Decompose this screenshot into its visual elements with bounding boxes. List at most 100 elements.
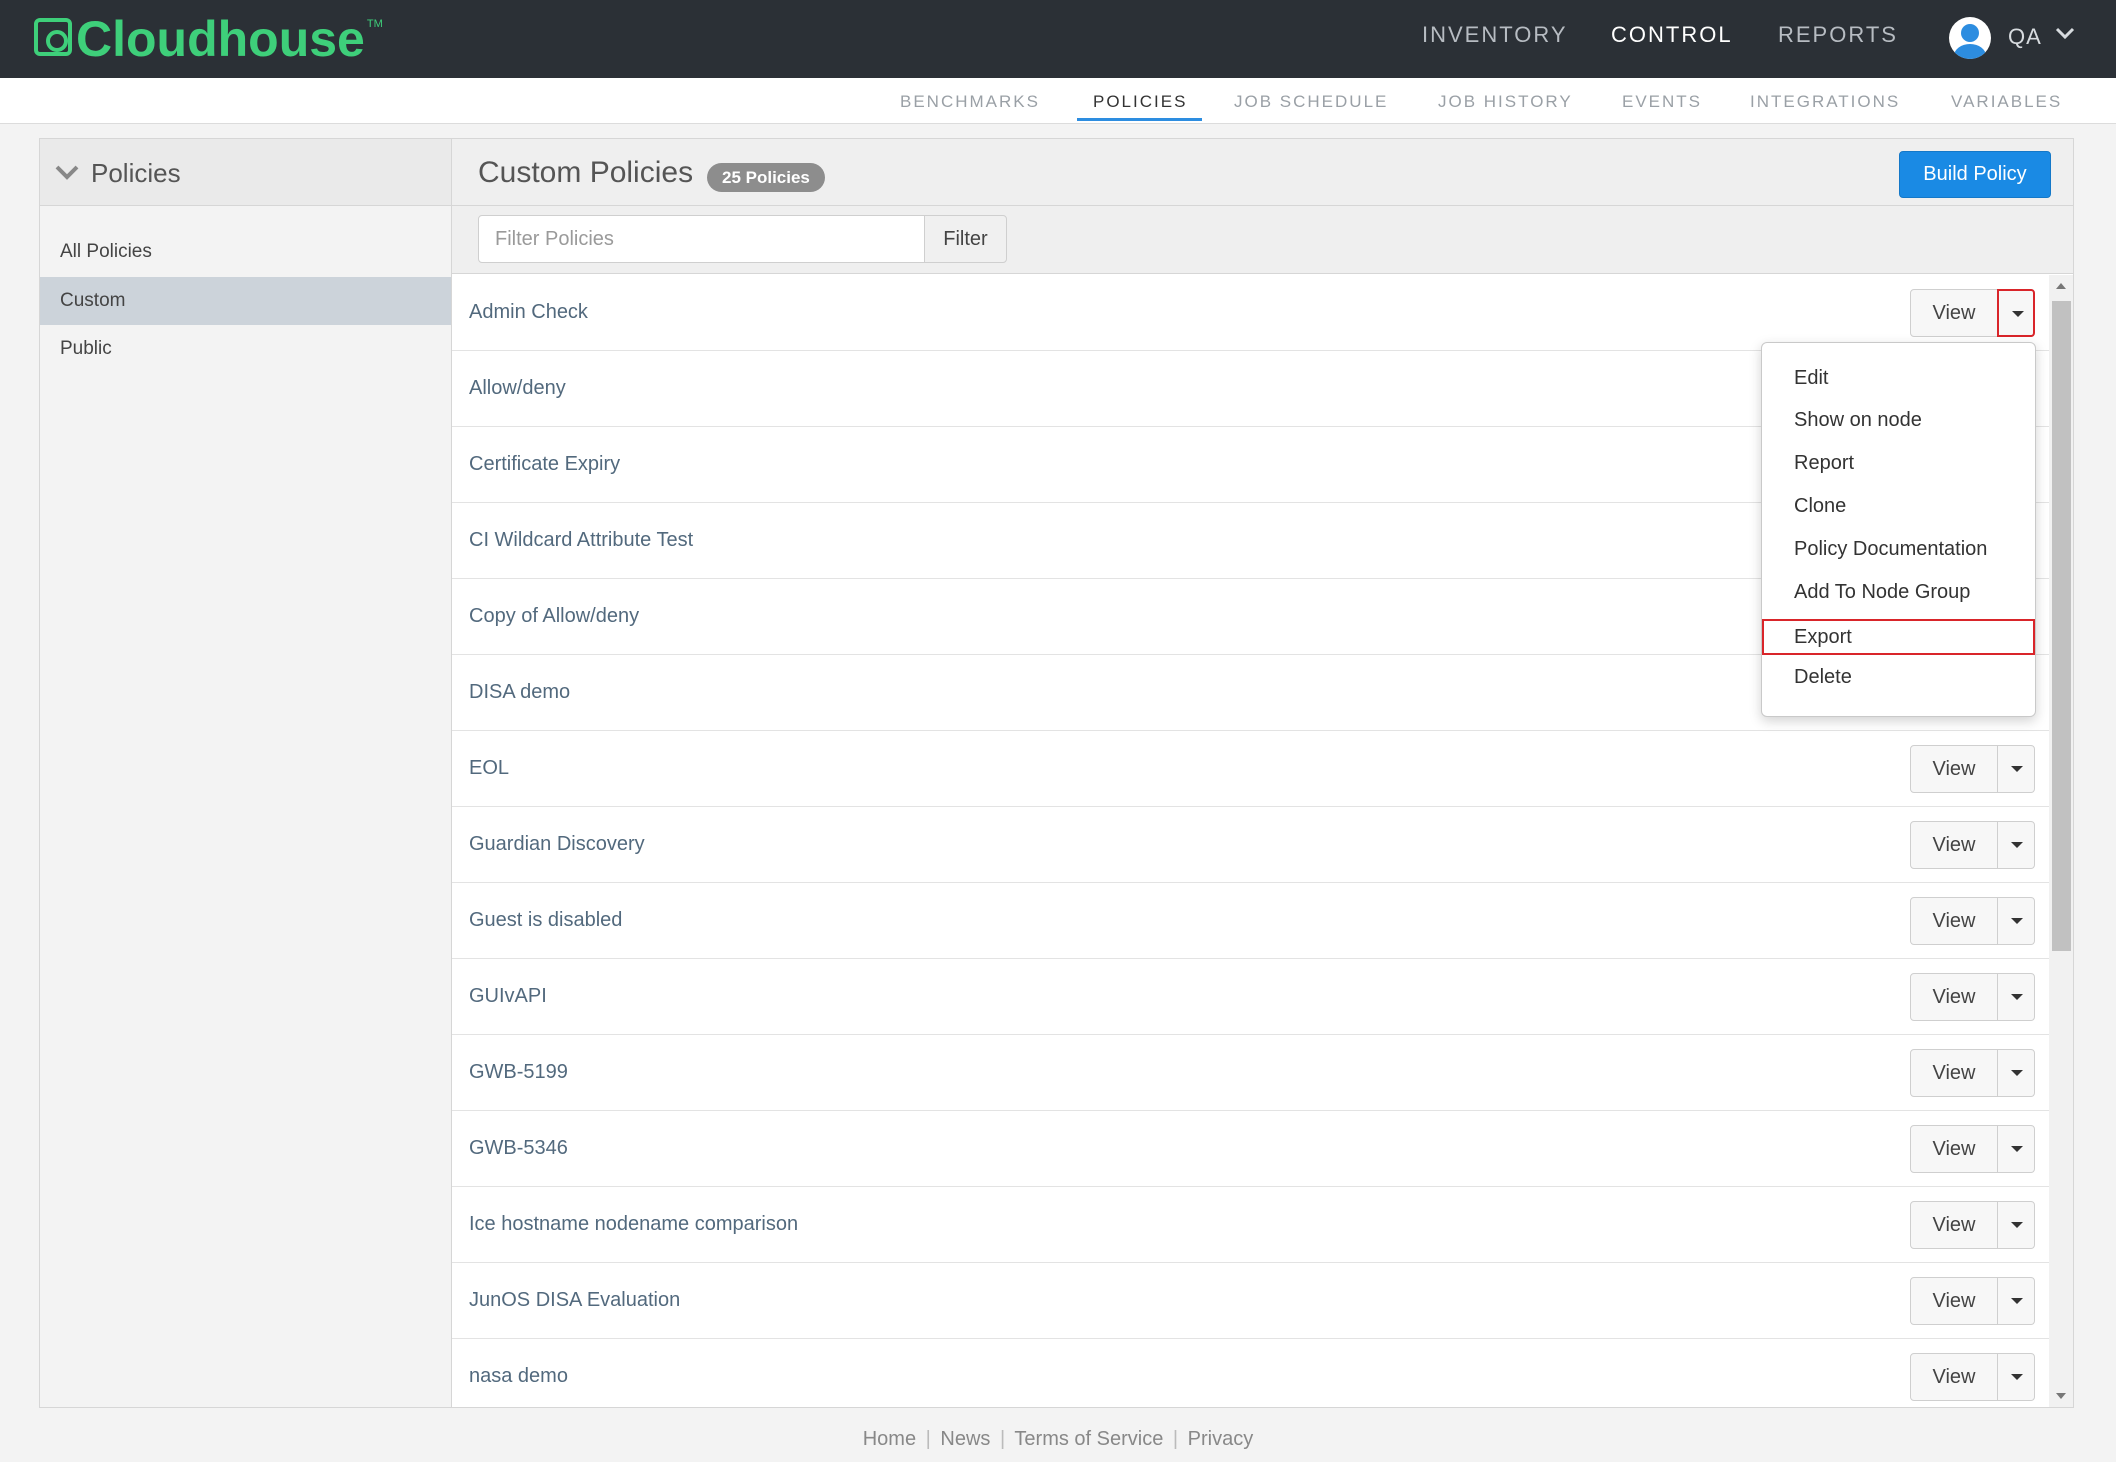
- custom-policies-panel: Custom Policies 25 Policies Build Policy…: [452, 138, 2074, 1408]
- table-row: GWB-5346 View: [452, 1111, 2049, 1187]
- actions-dropdown-toggle[interactable]: [1997, 745, 2035, 793]
- table-row: GWB-5199 View: [452, 1035, 2049, 1111]
- filter-button[interactable]: Filter: [924, 215, 1007, 263]
- table-row: Ice hostname nodename comparison View: [452, 1187, 2049, 1263]
- policy-name-link[interactable]: Certificate Expiry: [469, 427, 620, 501]
- table-row: Guest is disabled View: [452, 883, 2049, 959]
- build-policy-button[interactable]: Build Policy: [1899, 151, 2051, 198]
- policy-name-link[interactable]: Guardian Discovery: [469, 807, 645, 881]
- policy-count-badge: 25 Policies: [707, 163, 825, 192]
- table-row: GUIvAPI View: [452, 959, 2049, 1035]
- view-button[interactable]: View: [1910, 1277, 1998, 1325]
- actions-dropdown-toggle[interactable]: [1997, 1353, 2035, 1401]
- actions-dropdown-toggle[interactable]: [1997, 821, 2035, 869]
- menu-item-report[interactable]: Report: [1762, 444, 2035, 482]
- policy-actions-menu: Edit Show on node Report Clone Policy Do…: [1761, 342, 2036, 717]
- scrollbar-thumb[interactable]: [2052, 301, 2071, 951]
- active-tab-indicator: [1077, 118, 1202, 121]
- caret-down-icon: [2011, 1222, 2023, 1228]
- sidebar-item-public[interactable]: Public: [40, 325, 451, 373]
- actions-dropdown-toggle[interactable]: [1997, 289, 2035, 337]
- policy-name-link[interactable]: Guest is disabled: [469, 883, 622, 957]
- policy-name-link[interactable]: Admin Check: [469, 275, 588, 349]
- view-button[interactable]: View: [1910, 745, 1998, 793]
- menu-item-clone[interactable]: Clone: [1762, 487, 2035, 525]
- chevron-down-icon[interactable]: [54, 161, 80, 183]
- subnav-integrations[interactable]: INTEGRATIONS: [1750, 92, 1900, 112]
- policy-name-link[interactable]: GWB-5199: [469, 1035, 568, 1109]
- nav-inventory[interactable]: INVENTORY: [1422, 22, 1568, 48]
- footer-link-home[interactable]: Home: [863, 1428, 916, 1450]
- policy-name-link[interactable]: EOL: [469, 731, 509, 805]
- table-row: nasa demo View: [452, 1339, 2049, 1407]
- policy-name-link[interactable]: JunOS DISA Evaluation: [469, 1263, 680, 1337]
- sidebar-header[interactable]: Policies: [40, 139, 451, 206]
- policy-name-link[interactable]: Ice hostname nodename comparison: [469, 1187, 798, 1261]
- actions-dropdown-toggle[interactable]: [1997, 1277, 2035, 1325]
- actions-dropdown-toggle[interactable]: [1997, 897, 2035, 945]
- table-row: Guardian Discovery View: [452, 807, 2049, 883]
- actions-dropdown-toggle[interactable]: [1997, 1201, 2035, 1249]
- view-button[interactable]: View: [1910, 1125, 1998, 1173]
- table-row: Admin Check View: [452, 275, 2049, 351]
- policy-name-link[interactable]: CI Wildcard Attribute Test: [469, 503, 693, 577]
- user-avatar-icon[interactable]: [1949, 17, 1991, 59]
- footer-link-terms[interactable]: Terms of Service: [1014, 1428, 1163, 1450]
- caret-down-icon: [2012, 311, 2024, 317]
- page-title: Custom Policies: [478, 156, 694, 189]
- subnav-variables[interactable]: VARIABLES: [1951, 92, 2062, 112]
- footer-link-privacy[interactable]: Privacy: [1188, 1428, 1254, 1450]
- footer-separator: |: [1000, 1428, 1006, 1450]
- menu-item-export[interactable]: Export: [1762, 619, 2035, 655]
- menu-item-add-to-node-group[interactable]: Add To Node Group: [1762, 573, 2035, 611]
- subnav-benchmarks[interactable]: BENCHMARKS: [900, 92, 1040, 112]
- scroll-down-arrow-icon[interactable]: [2056, 1393, 2066, 1399]
- caret-down-icon: [2011, 842, 2023, 848]
- menu-item-delete[interactable]: Delete: [1762, 658, 2035, 696]
- caret-down-icon: [2011, 1070, 2023, 1076]
- subnav-job-history[interactable]: JOB HISTORY: [1438, 92, 1573, 112]
- caret-down-icon: [2011, 918, 2023, 924]
- view-button[interactable]: View: [1910, 821, 1998, 869]
- top-bar: Cloudhouse TM INVENTORY CONTROL REPORTS …: [0, 0, 2116, 78]
- menu-item-policy-documentation[interactable]: Policy Documentation: [1762, 530, 2035, 568]
- menu-item-show-on-node[interactable]: Show on node: [1762, 401, 2035, 439]
- caret-down-icon: [2011, 1374, 2023, 1380]
- subnav-policies[interactable]: POLICIES: [1093, 92, 1187, 112]
- menu-item-edit[interactable]: Edit: [1762, 359, 2035, 397]
- actions-dropdown-toggle[interactable]: [1997, 1049, 2035, 1097]
- view-button[interactable]: View: [1910, 1353, 1998, 1401]
- policy-name-link[interactable]: GWB-5346: [469, 1111, 568, 1185]
- caret-down-icon: [2011, 1146, 2023, 1152]
- view-button[interactable]: View: [1910, 1049, 1998, 1097]
- nav-control[interactable]: CONTROL: [1611, 22, 1733, 48]
- chevron-down-icon[interactable]: [2054, 22, 2076, 44]
- caret-down-icon: [2011, 1298, 2023, 1304]
- policy-name-link[interactable]: GUIvAPI: [469, 959, 547, 1033]
- filter-policies-input[interactable]: [478, 215, 925, 263]
- sidebar-item-all-policies[interactable]: All Policies: [40, 228, 451, 276]
- policy-name-link[interactable]: nasa demo: [469, 1339, 568, 1407]
- sidebar-item-custom[interactable]: Custom: [40, 277, 451, 325]
- footer: Home | News | Terms of Service | Privacy: [0, 1428, 2116, 1451]
- actions-dropdown-toggle[interactable]: [1997, 973, 2035, 1021]
- cloudhouse-logo[interactable]: Cloudhouse TM: [34, 12, 383, 66]
- logo-gear-icon: [34, 18, 72, 56]
- scroll-up-arrow-icon[interactable]: [2056, 283, 2066, 289]
- caret-down-icon: [2011, 766, 2023, 772]
- view-button[interactable]: View: [1910, 973, 1998, 1021]
- nav-reports[interactable]: REPORTS: [1778, 22, 1898, 48]
- panel-header: Custom Policies 25 Policies Build Policy: [452, 139, 2073, 206]
- policy-name-link[interactable]: Allow/deny: [469, 351, 566, 425]
- view-button[interactable]: View: [1910, 289, 1998, 337]
- view-button[interactable]: View: [1910, 897, 1998, 945]
- footer-link-news[interactable]: News: [940, 1428, 990, 1450]
- policy-name-link[interactable]: Copy of Allow/deny: [469, 579, 639, 653]
- logo-trademark: TM: [366, 18, 383, 30]
- policy-name-link[interactable]: DISA demo: [469, 655, 570, 729]
- actions-dropdown-toggle[interactable]: [1997, 1125, 2035, 1173]
- subnav-events[interactable]: EVENTS: [1622, 92, 1702, 112]
- user-name[interactable]: QA: [2008, 24, 2042, 50]
- view-button[interactable]: View: [1910, 1201, 1998, 1249]
- subnav-job-schedule[interactable]: JOB SCHEDULE: [1234, 92, 1388, 112]
